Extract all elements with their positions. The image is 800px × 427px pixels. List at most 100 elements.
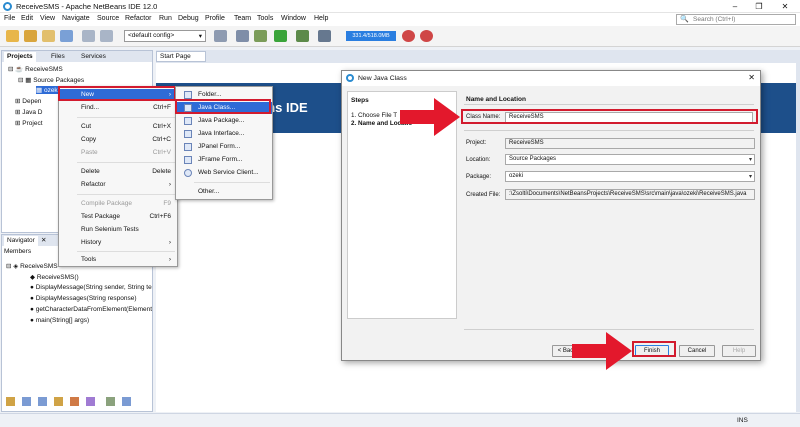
filter-icon[interactable]	[54, 397, 63, 406]
menu-item-copy[interactable]: Copy Ctrl+C	[59, 134, 177, 146]
help-button[interactable]: Help	[722, 345, 756, 357]
debug-icon[interactable]	[296, 30, 309, 42]
new-project-icon[interactable]	[6, 30, 19, 42]
nav-item-method[interactable]: ● DisplayMessage(String sender, String t…	[30, 284, 152, 291]
menu-team[interactable]: Team	[234, 15, 251, 22]
navigator-close-icon[interactable]: ✕	[38, 236, 49, 246]
run-icon[interactable]	[274, 30, 287, 42]
filter-icon[interactable]	[38, 397, 47, 406]
submenu-item-other[interactable]: Other...	[176, 186, 272, 198]
menu-item-run-selenium[interactable]: Run Selenium Tests	[59, 224, 177, 236]
nav-item-method[interactable]: ● main(String[] args)	[30, 317, 89, 324]
submenu-item-jpanel-form[interactable]: JPanel Form...	[176, 141, 272, 153]
chevron-down-icon: ▾	[748, 174, 752, 180]
menu-item-tools[interactable]: Tools ›	[59, 254, 177, 266]
status-bar: INS	[0, 413, 800, 427]
menu-file[interactable]: File	[4, 15, 15, 22]
menu-window[interactable]: Window	[281, 15, 306, 22]
form-pane: Name and Location Class Name: ReceiveSMS…	[460, 91, 758, 343]
submenu-item-jframe-form[interactable]: JFrame Form...	[176, 154, 272, 166]
redo-icon[interactable]	[100, 30, 113, 42]
menu-view[interactable]: View	[40, 15, 55, 22]
close-button[interactable]: ✕	[774, 1, 796, 12]
config-select[interactable]: <default config> ▾	[124, 30, 206, 42]
menu-item-test-package[interactable]: Test Package Ctrl+F6	[59, 211, 177, 223]
settings-icon[interactable]	[214, 30, 227, 42]
new-file-icon[interactable]	[24, 30, 37, 42]
menu-navigate[interactable]: Navigate	[62, 15, 90, 22]
project-label: Project:	[466, 140, 487, 146]
minimize-button[interactable]: –	[724, 1, 746, 12]
context-menu: New › Find... Ctrl+F Cut Ctrl+X Copy Ctrl+C …	[58, 86, 178, 267]
tree-item-java-dependencies[interactable]: ⊞ Java D	[15, 108, 43, 116]
tree-item-dependencies[interactable]: ⊞ Depen	[15, 97, 41, 105]
memory-indicator[interactable]: 331.4/518.0MB	[346, 31, 396, 41]
menu-run[interactable]: Run	[159, 15, 172, 22]
menu-tools[interactable]: Tools	[257, 15, 273, 22]
cancel-button[interactable]: Cancel	[679, 345, 715, 357]
tab-projects[interactable]: Projects	[4, 52, 36, 62]
nav-item-class[interactable]: ⊟ ◈ ReceiveSMS	[6, 262, 58, 270]
globe-icon	[184, 169, 192, 177]
filter-icon[interactable]	[86, 397, 95, 406]
save-all-icon[interactable]	[60, 30, 73, 42]
interface-icon	[184, 130, 192, 138]
submenu-item-web-service-client[interactable]: Web Service Client...	[176, 167, 272, 179]
profile-icon[interactable]	[318, 30, 331, 42]
filter-icon[interactable]	[22, 397, 31, 406]
title-bar: ReceiveSMS - Apache NetBeans IDE 12.0 – …	[0, 0, 800, 13]
netbeans-logo-icon	[3, 2, 12, 11]
dialog-close-icon[interactable]: ✕	[748, 73, 755, 82]
maximize-button[interactable]: ❐	[748, 1, 770, 12]
projects-tab-row: Projects Files Services	[2, 51, 152, 62]
tab-navigator[interactable]: Navigator	[4, 236, 38, 246]
clean-build-icon[interactable]	[254, 30, 267, 42]
location-select[interactable]: Source Packages ▾	[505, 154, 755, 165]
netbeans-logo-icon	[346, 74, 354, 82]
menu-edit[interactable]: Edit	[21, 15, 33, 22]
menu-item-compile-package[interactable]: Compile Package F9	[59, 198, 177, 210]
filter-icon[interactable]	[70, 397, 79, 406]
chevron-down-icon: ▾	[748, 157, 752, 163]
search-box[interactable]: 🔍 Search (Ctrl+I)	[676, 14, 796, 25]
tree-item-package[interactable]: ▦ ozeki	[36, 86, 60, 94]
menu-item-history[interactable]: History ›	[59, 237, 177, 249]
filter-icon[interactable]	[106, 397, 115, 406]
step-1: 1. Choose File T	[351, 112, 398, 119]
profile-ide-icon[interactable]	[420, 30, 433, 42]
tab-files[interactable]: Files	[48, 52, 68, 62]
menu-item-paste[interactable]: Paste Ctrl+V	[59, 147, 177, 159]
annotation-highlight	[58, 86, 176, 101]
filter-icon[interactable]	[122, 397, 131, 406]
window-title: ReceiveSMS - Apache NetBeans IDE 12.0	[16, 2, 158, 11]
tab-start-page[interactable]: Start Page	[156, 51, 206, 62]
submenu-item-java-interface[interactable]: Java Interface...	[176, 128, 272, 140]
submenu-item-java-package[interactable]: Java Package...	[176, 115, 272, 127]
tree-item-source-packages[interactable]: ⊟ ▦ Source Packages	[18, 76, 84, 84]
nav-item-method[interactable]: ● getCharacterDataFromElement(Element	[30, 306, 152, 313]
created-file-label: Created File:	[466, 192, 501, 198]
menu-debug[interactable]: Debug	[178, 15, 199, 22]
filter-icon[interactable]	[6, 397, 15, 406]
menu-item-cut[interactable]: Cut Ctrl+X	[59, 121, 177, 133]
menu-item-delete[interactable]: Delete Delete	[59, 166, 177, 178]
package-icon	[184, 117, 192, 125]
navigator-filter-bar	[6, 397, 146, 409]
menu-item-refactor[interactable]: Refactor ›	[59, 179, 177, 191]
menu-help[interactable]: Help	[314, 15, 328, 22]
menu-source[interactable]: Source	[97, 15, 119, 22]
annotation-arrow-icon	[572, 332, 632, 370]
tree-item-project-files[interactable]: ⊞ Project	[15, 119, 43, 127]
undo-icon[interactable]	[82, 30, 95, 42]
tree-item-project[interactable]: ⊟ ☕ ReceiveSMS	[8, 65, 63, 73]
menu-refactor[interactable]: Refactor	[125, 15, 151, 22]
tab-services[interactable]: Services	[78, 52, 109, 62]
gc-icon[interactable]	[402, 30, 415, 42]
open-project-icon[interactable]	[42, 30, 55, 42]
build-icon[interactable]	[236, 30, 249, 42]
nav-item-method[interactable]: ● DisplayMessages(String response)	[30, 295, 137, 302]
package-select[interactable]: ozeki ▾	[505, 171, 755, 182]
menu-item-find[interactable]: Find... Ctrl+F	[59, 102, 177, 114]
nav-item-constructor[interactable]: ◆ ReceiveSMS()	[30, 273, 79, 281]
menu-profile[interactable]: Profile	[205, 15, 225, 22]
